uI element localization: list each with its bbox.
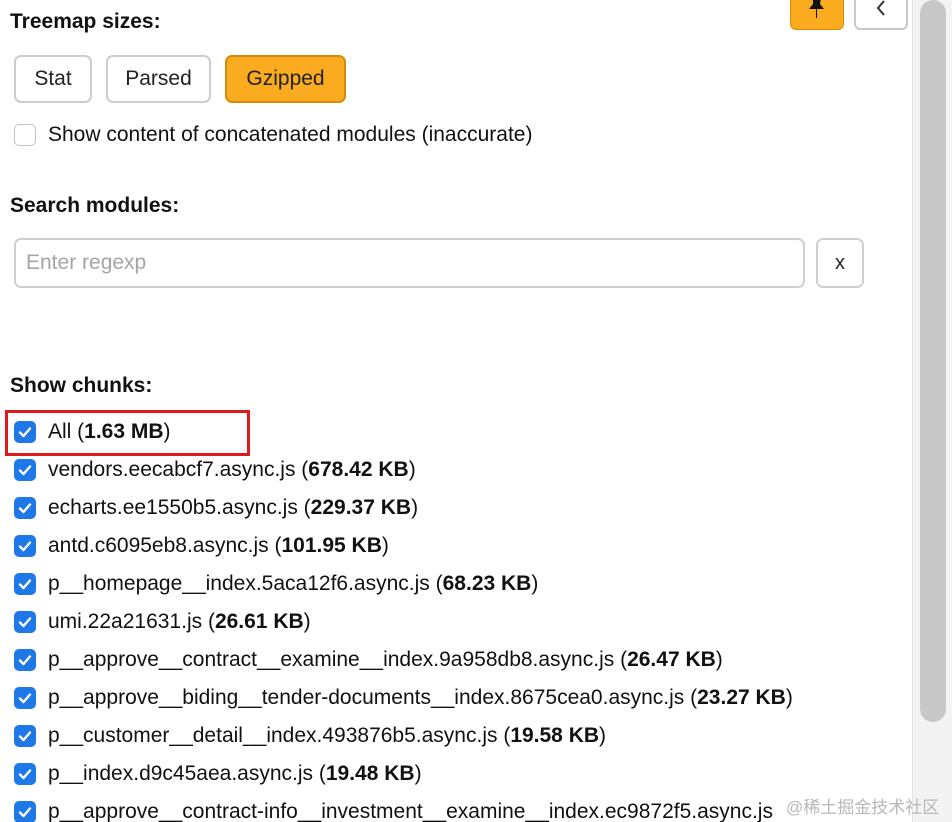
clear-search-button[interactable]: x — [816, 238, 864, 288]
checkbox[interactable] — [14, 725, 36, 747]
checkbox[interactable] — [14, 687, 36, 709]
chunk-item[interactable]: p__approve__biding__tender-documents__in… — [14, 683, 793, 713]
concatenated-modules-label: Show content of concatenated modules (in… — [48, 123, 533, 146]
checkbox[interactable] — [14, 763, 36, 785]
pin-button[interactable] — [790, 0, 844, 30]
chunk-label: p__approve__contract__examine__index.9a9… — [48, 648, 723, 671]
chunk-size: 101.95 KB — [281, 534, 382, 557]
chunk-item-all[interactable]: All (1.63 MB) — [14, 417, 171, 447]
check-icon — [18, 655, 32, 666]
search-modules-title: Search modules: — [10, 194, 180, 217]
check-icon — [18, 541, 32, 552]
checkbox[interactable] — [14, 497, 36, 519]
checkbox[interactable] — [14, 611, 36, 633]
parsed-button[interactable]: Parsed — [106, 55, 211, 103]
chunk-label: p__homepage__index.5aca12f6.async.js (68… — [48, 572, 539, 595]
check-icon — [18, 503, 32, 514]
pin-icon — [809, 0, 824, 18]
chunk-label: All (1.63 MB) — [48, 420, 171, 443]
checkbox[interactable] — [14, 801, 36, 822]
check-icon — [18, 427, 32, 438]
checkbox[interactable] — [14, 421, 36, 443]
scrollbar-thumb[interactable] — [920, 0, 946, 722]
checkbox[interactable] — [14, 124, 36, 146]
chunk-label: echarts.ee1550b5.async.js (229.37 KB) — [48, 496, 419, 519]
chunk-item[interactable]: p__homepage__index.5aca12f6.async.js (68… — [14, 569, 538, 599]
chunk-item[interactable]: echarts.ee1550b5.async.js (229.37 KB) — [14, 493, 418, 523]
chunk-item[interactable]: antd.c6095eb8.async.js (101.95 KB) — [14, 531, 389, 561]
checkbox[interactable] — [14, 535, 36, 557]
chunk-label: p__approve__contract-info__investment__e… — [48, 800, 773, 822]
watermark: @稀土掘金技术社区 — [786, 798, 940, 817]
chunk-size: 26.47 KB — [627, 648, 716, 671]
checkbox[interactable] — [14, 573, 36, 595]
treemap-sizes-title: Treemap sizes: — [10, 10, 161, 33]
chunk-label: antd.c6095eb8.async.js (101.95 KB) — [48, 534, 389, 557]
gzipped-button[interactable]: Gzipped — [225, 55, 346, 103]
sidebar-panel: Treemap sizes: Stat Parsed Gzipped Show … — [0, 0, 912, 822]
check-icon — [18, 807, 32, 818]
chunk-label: p__index.d9c45aea.async.js (19.48 KB) — [48, 762, 422, 785]
chunk-size: 23.27 KB — [697, 686, 786, 709]
concatenated-modules-toggle[interactable]: Show content of concatenated modules (in… — [14, 120, 532, 150]
chevron-left-icon — [876, 0, 885, 16]
check-icon — [18, 579, 32, 590]
chunk-size: 1.63 MB — [84, 420, 164, 443]
chunk-item[interactable]: umi.22a21631.js (26.61 KB) — [14, 607, 311, 637]
chunk-size: 678.42 KB — [308, 458, 409, 481]
scrollbar[interactable] — [912, 0, 952, 822]
chunk-item[interactable]: p__index.d9c45aea.async.js (19.48 KB) — [14, 759, 422, 789]
checkbox[interactable] — [14, 649, 36, 671]
chunk-label: p__customer__detail__index.493876b5.asyn… — [48, 724, 607, 747]
search-input[interactable] — [14, 238, 805, 288]
chunk-size: 68.23 KB — [442, 572, 532, 595]
chunk-label: umi.22a21631.js (26.61 KB) — [48, 610, 311, 633]
check-icon — [18, 769, 32, 780]
chunk-size: 19.48 KB — [325, 762, 415, 785]
check-icon — [18, 693, 32, 704]
check-icon — [18, 617, 32, 628]
show-chunks-title: Show chunks: — [10, 374, 153, 397]
chunk-item[interactable]: p__customer__detail__index.493876b5.asyn… — [14, 721, 606, 751]
collapse-sidebar-button[interactable] — [854, 0, 908, 30]
chunk-size: 19.58 KB — [510, 724, 600, 747]
chunk-size: 229.37 KB — [310, 496, 412, 519]
chunk-item[interactable]: p__approve__contract-info__investment__e… — [14, 797, 773, 822]
checkbox[interactable] — [14, 459, 36, 481]
chunk-item[interactable]: p__approve__contract__examine__index.9a9… — [14, 645, 723, 675]
stat-button[interactable]: Stat — [14, 55, 92, 103]
check-icon — [18, 731, 32, 742]
chunk-size: 26.61 KB — [214, 610, 304, 633]
chunk-label: p__approve__biding__tender-documents__in… — [48, 686, 793, 709]
chunk-label: vendors.eecabcf7.async.js (678.42 KB) — [48, 458, 416, 481]
check-icon — [18, 465, 32, 476]
chunk-item[interactable]: vendors.eecabcf7.async.js (678.42 KB) — [14, 455, 416, 485]
